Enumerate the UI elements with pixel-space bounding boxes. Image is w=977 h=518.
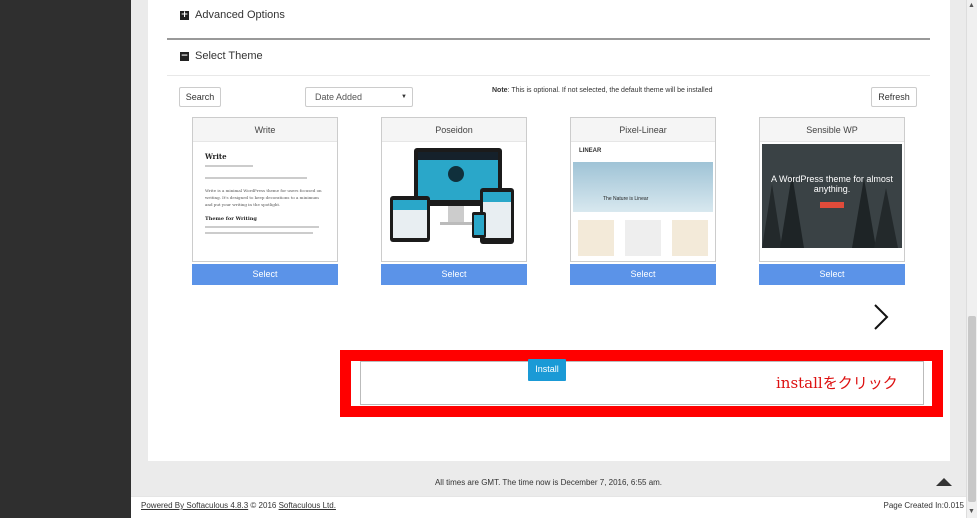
theme-name: Pixel-Linear — [571, 118, 715, 142]
advanced-options-toggle[interactable]: + Advanced Options — [180, 9, 285, 21]
theme-preview-poseidon — [384, 144, 524, 260]
preview-hero: The Nature is Linear — [573, 162, 713, 212]
select-theme-button[interactable]: Select — [381, 264, 527, 285]
select-theme-button[interactable]: Select — [570, 264, 716, 285]
expand-plus-icon: + — [180, 9, 189, 20]
preview-logo: LINEAR — [579, 148, 602, 154]
next-chevron-icon[interactable] — [870, 302, 892, 332]
theme-preview-write: Write Write is a minimal WordPress theme… — [195, 144, 335, 260]
preview-hero-text: A WordPress theme for almost anything. — [771, 174, 893, 194]
copyright-text: © 2016 — [250, 501, 277, 510]
preview-title: Write — [205, 152, 227, 161]
search-button[interactable]: Search — [179, 87, 221, 107]
preview-line — [205, 165, 253, 167]
preview-columns — [573, 220, 713, 256]
sort-select[interactable]: Date Added ▼ — [305, 87, 413, 107]
scrollbar-thumb[interactable] — [968, 316, 976, 502]
preview-button — [820, 202, 844, 208]
preview-line — [205, 232, 313, 234]
collapse-minus-icon: − — [180, 50, 189, 61]
select-theme-button[interactable]: Select — [759, 264, 905, 285]
page-created-time: Page Created In:0.015 — [883, 501, 964, 510]
scroll-top-icon[interactable] — [936, 478, 952, 486]
theme-card-pixel-linear[interactable]: Pixel-Linear LINEAR The Nature is Linear — [570, 117, 716, 262]
preview-column — [578, 220, 615, 256]
install-button[interactable]: Install — [528, 359, 566, 381]
softaculous-version-link[interactable]: Powered By Softaculous 4.8.3 — [141, 501, 248, 510]
preview-column — [671, 220, 708, 256]
optional-note: Note: This is optional. If not selected,… — [492, 87, 713, 94]
forest-background-image — [762, 144, 902, 248]
advanced-options-label: Advanced Options — [195, 9, 285, 21]
scroll-up-arrow-icon[interactable]: ▲ — [967, 1, 976, 10]
time-notice: All times are GMT. The time now is Decem… — [434, 478, 663, 487]
theme-preview-pixel-linear: LINEAR The Nature is Linear — [573, 144, 713, 260]
select-theme-toggle[interactable]: − Select Theme — [180, 50, 263, 62]
dropdown-arrow-icon: ▼ — [401, 94, 407, 100]
theme-card-write[interactable]: Write Write Write is a minimal WordPress… — [192, 117, 338, 262]
preview-line — [205, 226, 319, 228]
device-mockup-image — [390, 148, 514, 244]
left-dark-margin — [0, 0, 131, 518]
theme-card-sensible-wp[interactable]: Sensible WP A WordPress theme for almost… — [759, 117, 905, 262]
theme-name: Write — [193, 118, 337, 142]
select-theme-label: Select Theme — [195, 50, 263, 62]
annotation-text: installをクリック — [776, 374, 898, 392]
preview-line — [205, 177, 307, 179]
theme-name: Sensible WP — [760, 118, 904, 142]
theme-preview-sensible-wp: A WordPress theme for almost anything. — [762, 144, 902, 260]
sort-select-value: Date Added — [315, 92, 363, 102]
preview-footer — [762, 248, 902, 260]
select-theme-button[interactable]: Select — [192, 264, 338, 285]
note-text: : This is optional. If not selected, the… — [507, 87, 713, 94]
powered-by: Powered By Softaculous 4.8.3 © 2016 Soft… — [141, 501, 336, 510]
preview-hero-text: The Nature is Linear — [603, 196, 649, 202]
softaculous-company-link[interactable]: Softaculous Ltd. — [279, 501, 336, 510]
preview-text: Write is a minimal WordPress theme for u… — [205, 188, 322, 207]
section-divider-thin — [167, 75, 930, 76]
theme-name: Poseidon — [382, 118, 526, 142]
refresh-button[interactable]: Refresh — [871, 87, 917, 107]
section-divider — [167, 38, 930, 40]
note-label: Note — [492, 87, 508, 94]
preview-post-title: Theme for Writing — [205, 216, 257, 222]
scroll-down-arrow-icon[interactable]: ▼ — [967, 507, 976, 516]
preview-column — [624, 220, 661, 256]
theme-card-poseidon[interactable]: Poseidon — [381, 117, 527, 262]
